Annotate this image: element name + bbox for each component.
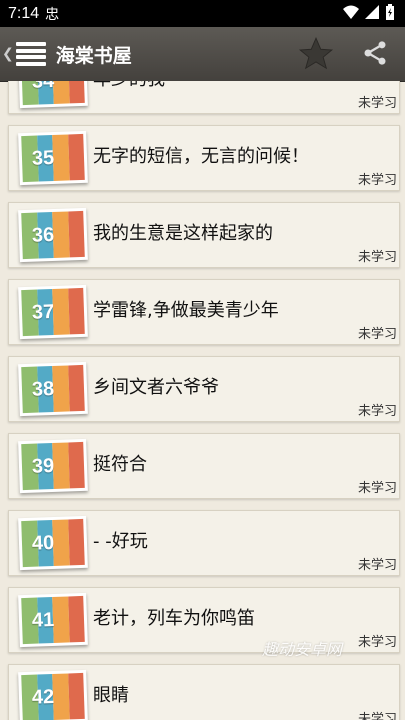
lesson-status: 未学习: [357, 173, 397, 188]
lesson-number: 40: [31, 531, 55, 555]
lesson-number-badge: 41: [18, 592, 88, 648]
lesson-title: 眼睛: [93, 685, 129, 706]
lesson-list[interactable]: 34年少的我未学习35无字的短信，无言的问候！未学习36我的生意是这样起家的未学…: [0, 81, 405, 720]
lesson-row[interactable]: 39 挺符合未学习: [8, 433, 400, 499]
lesson-title: 年少的我: [93, 81, 165, 91]
wifi-icon: [343, 5, 359, 19]
lesson-status: 未学习: [357, 712, 397, 720]
lesson-title: 无字的短信，无言的问候！: [93, 146, 309, 167]
back-chevron-icon[interactable]: ❮: [2, 46, 14, 62]
lesson-number-badge: 42: [18, 669, 88, 720]
lesson-number-badge: 40: [18, 515, 88, 571]
star-icon[interactable]: [297, 35, 335, 73]
clock: 7:14: [8, 4, 40, 22]
lesson-row[interactable]: 40 - -好玩未学习: [8, 510, 400, 576]
lesson-status: 未学习: [357, 558, 397, 573]
signal-icon: [365, 5, 379, 19]
page-title: 海棠书屋: [55, 44, 132, 67]
lesson-row[interactable]: 36 我的生意是这样起家的未学习: [8, 202, 400, 268]
lesson-row[interactable]: 35 无字的短信，无言的问候！ 未学习: [8, 125, 400, 191]
lesson-number-badge: 35: [18, 130, 88, 186]
watermark: 趣动安卓网: [262, 640, 343, 659]
status-icons: [343, 4, 395, 20]
lesson-status: 未学习: [357, 250, 397, 265]
lesson-number-badge: 38: [18, 361, 88, 417]
lesson-status: 未学习: [357, 635, 397, 650]
hamburger-icon[interactable]: [15, 42, 46, 66]
lesson-number: 38: [31, 377, 55, 401]
lesson-number: 41: [31, 608, 55, 632]
lesson-status: 未学习: [357, 96, 397, 111]
lesson-number-badge: 37: [18, 284, 88, 340]
status-bar: 7:14 忠: [0, 0, 405, 27]
lesson-status: 未学习: [357, 327, 397, 342]
lesson-number-badge: 34: [18, 81, 88, 109]
lesson-number: 34: [21, 81, 65, 105]
app-header: ❮ 海棠书屋: [0, 27, 405, 82]
lesson-number: 36: [31, 223, 55, 247]
lesson-title: 乡间文者六爷爷: [93, 377, 219, 398]
lesson-title: 老计，列车为你鸣笛: [93, 608, 255, 629]
lesson-row[interactable]: 37 学雷锋,争做最美青少年未学习: [8, 279, 400, 345]
lesson-number-badge: 39: [18, 438, 88, 494]
lesson-number-badge: 36: [18, 207, 88, 263]
lesson-title: 学雷锋,争做最美青少年: [93, 300, 279, 321]
lesson-number: 35: [31, 146, 55, 170]
lesson-number: 37: [31, 300, 55, 324]
notification-app-icon: 忠: [45, 6, 60, 23]
lesson-title: - -好玩: [93, 531, 148, 552]
lesson-title: 我的生意是这样起家的: [93, 223, 273, 244]
lesson-row[interactable]: 38 乡间文者六爷爷未学习: [8, 356, 400, 422]
lesson-title: 挺符合: [93, 454, 147, 475]
lesson-row[interactable]: 42 眼睛未学习: [8, 664, 400, 720]
lesson-number: 39: [31, 454, 55, 478]
lesson-status: 未学习: [357, 404, 397, 419]
battery-icon: [386, 4, 394, 20]
share-icon[interactable]: [361, 39, 389, 67]
lesson-number: 42: [31, 685, 55, 709]
lesson-row[interactable]: 34 年少的我未学习: [8, 81, 400, 114]
lesson-status: 未学习: [357, 481, 397, 496]
